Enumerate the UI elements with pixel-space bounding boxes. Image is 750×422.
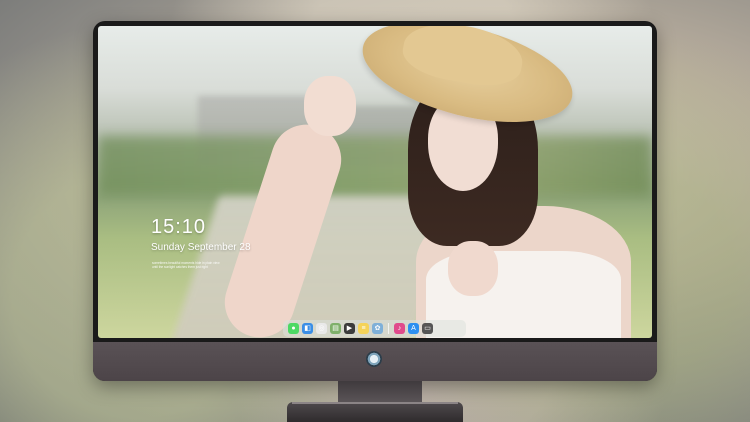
monitor: 15:10 Sunday September 28 sometimes beau… <box>93 21 657 381</box>
monitor-stand-edge <box>292 402 458 404</box>
preview-icon[interactable]: ▤ <box>330 323 341 334</box>
wallpaper-figure-hand <box>448 241 498 296</box>
music-icon[interactable]: ♪ <box>394 323 405 334</box>
safari-icon[interactable]: ◎ <box>316 323 327 334</box>
monitor-stand-neck <box>338 381 422 403</box>
lockscreen-notes: sometimes beautiful moments hide in plai… <box>152 261 220 270</box>
monitor-chin <box>93 342 657 381</box>
monitor-stand-foot <box>287 402 463 422</box>
dock: ● ◧ ◎ ▤ ▶ ≡ ✿ ♪ A ▭ <box>283 320 466 337</box>
screen: 15:10 Sunday September 28 sometimes beau… <box>98 26 652 338</box>
wallpaper-figure-hand <box>304 76 356 136</box>
folder-icon[interactable]: ▭ <box>422 323 433 334</box>
photos-icon[interactable]: ✿ <box>372 323 383 334</box>
notes-icon[interactable]: ≡ <box>358 323 369 334</box>
wallpaper-trees <box>98 136 652 196</box>
appstore-icon[interactable]: A <box>408 323 419 334</box>
brand-logo-icon <box>366 351 382 367</box>
lockscreen-clock: 15:10 <box>151 216 207 238</box>
dock-separator <box>388 323 389 334</box>
messages-icon[interactable]: ● <box>288 323 299 334</box>
video-icon[interactable]: ▶ <box>344 323 355 334</box>
finder-icon[interactable]: ◧ <box>302 323 313 334</box>
lockscreen-note-line: until the sunlight catches them just rig… <box>152 265 208 270</box>
lockscreen-date: Sunday September 28 <box>151 242 251 253</box>
